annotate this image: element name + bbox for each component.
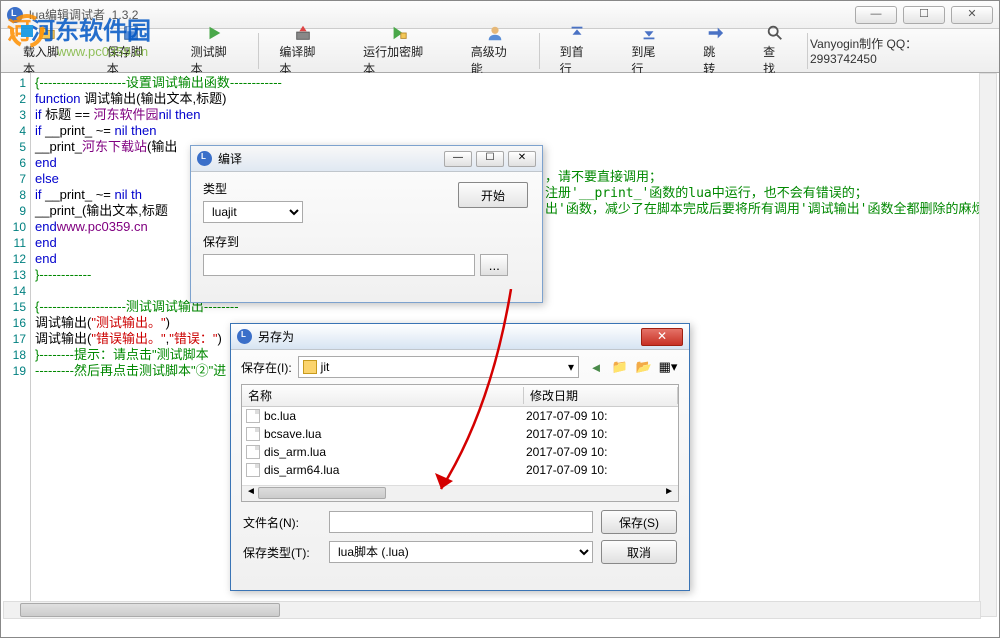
col-name[interactable]: 名称 (242, 387, 524, 404)
file-list[interactable]: 名称 修改日期 bc.lua2017-07-09 10:bcsave.lua20… (241, 384, 679, 502)
saveas-titlebar[interactable]: 另存为 ✕ (231, 324, 689, 350)
dialog-minimize-button[interactable]: — (444, 151, 472, 167)
list-scroll-thumb[interactable] (258, 487, 386, 499)
close-button[interactable]: ✕ (951, 6, 993, 24)
filename-label: 文件名(N): (243, 514, 321, 531)
code-line[interactable]: {--------------------设置调试输出函数-----------… (35, 75, 999, 91)
arrow-up-first-icon (567, 24, 587, 42)
compile-icon (293, 24, 313, 42)
savein-label: 保存在(I): (241, 359, 292, 376)
play-icon (204, 24, 224, 42)
chevron-down-icon: ▾ (568, 360, 574, 374)
save-icon (121, 24, 141, 42)
list-scrollbar[interactable]: ◄ ► (242, 485, 678, 501)
vertical-scrollbar[interactable] (979, 73, 997, 617)
arrow-right-icon (705, 24, 725, 42)
load-script-button[interactable]: 载入脚本 (5, 30, 89, 72)
find-button[interactable]: 查找 (745, 30, 805, 72)
folder-icon (303, 360, 317, 374)
user-icon (485, 24, 505, 42)
toolbar: 载入脚本 保存脚本 测试脚本 编译脚本 运行加密脚本 高级功能 到首行 到尾行 … (1, 29, 999, 73)
app-icon (7, 7, 23, 23)
folder-select[interactable]: jit ▾ (298, 356, 579, 378)
filetype-select[interactable]: lua脚本 (.lua) (329, 541, 593, 563)
saveto-label: 保存到 (203, 233, 530, 250)
file-row[interactable]: bc.lua2017-07-09 10: (242, 407, 678, 425)
file-row[interactable]: dis_arm64.lua2017-07-09 10: (242, 461, 678, 479)
line-gutter: 12345678910111213141516171819 (1, 73, 31, 613)
minimize-button[interactable]: — (855, 6, 897, 24)
test-script-button[interactable]: 测试脚本 (173, 30, 257, 72)
col-date[interactable]: 修改日期 (524, 387, 678, 404)
jump-button[interactable]: 跳转 (685, 30, 745, 72)
dialog-icon (197, 151, 212, 166)
last-line-button[interactable]: 到尾行 (613, 30, 685, 72)
compile-dialog-titlebar[interactable]: 编译 — ☐ ✕ (191, 146, 542, 172)
run-encrypted-button[interactable]: 运行加密脚本 (345, 30, 453, 72)
compile-script-button[interactable]: 编译脚本 (261, 30, 345, 72)
list-header[interactable]: 名称 修改日期 (242, 385, 678, 407)
open-icon (37, 24, 57, 42)
maximize-button[interactable]: ☐ (903, 6, 945, 24)
filename-input[interactable] (329, 511, 593, 533)
file-icon (246, 409, 260, 423)
newfolder-button[interactable]: 📂 (633, 357, 655, 377)
compile-dialog-title: 编译 (218, 150, 444, 167)
save-button[interactable]: 保存(S) (601, 510, 677, 534)
file-icon (246, 427, 260, 441)
compile-dialog: 编译 — ☐ ✕ 类型 luajit 开始 保存到 ... (190, 145, 543, 303)
saveas-title: 另存为 (258, 328, 641, 345)
window-title: lua编辑调试者 .1.3.2 (29, 6, 855, 23)
saveas-dialog: 另存为 ✕ 保存在(I): jit ▾ ◄ 📁 📂 ▦▾ 名称 修改日期 bc.… (230, 323, 690, 591)
dialog-maximize-button[interactable]: ☐ (476, 151, 504, 167)
up-button[interactable]: 📁 (609, 357, 631, 377)
search-icon (765, 24, 785, 42)
saveto-input[interactable] (203, 254, 475, 276)
type-select[interactable]: luajit (203, 201, 303, 223)
saveas-close-button[interactable]: ✕ (641, 328, 683, 346)
code-line[interactable]: if 标题 == 河东软件园nil then (35, 107, 999, 123)
play-lock-icon (389, 24, 409, 42)
separator (807, 33, 808, 69)
first-line-button[interactable]: 到首行 (542, 30, 614, 72)
separator (258, 33, 259, 69)
separator (539, 33, 540, 69)
scroll-thumb[interactable] (20, 603, 280, 617)
view-button[interactable]: ▦▾ (657, 357, 679, 377)
code-line[interactable]: function 调试输出(输出文本,标题) (35, 91, 999, 107)
cancel-button[interactable]: 取消 (601, 540, 677, 564)
file-row[interactable]: dis_arm.lua2017-07-09 10: (242, 443, 678, 461)
save-script-button[interactable]: 保存脚本 (89, 30, 173, 72)
start-button[interactable]: 开始 (458, 182, 528, 208)
browse-button[interactable]: ... (480, 254, 508, 276)
filetype-label: 保存类型(T): (243, 544, 321, 561)
back-button[interactable]: ◄ (585, 357, 607, 377)
file-row[interactable]: bcsave.lua2017-07-09 10: (242, 425, 678, 443)
file-icon (246, 463, 260, 477)
advanced-button[interactable]: 高级功能 (453, 30, 537, 72)
arrow-down-last-icon (639, 24, 659, 42)
dialog-close-button[interactable]: ✕ (508, 151, 536, 167)
file-icon (246, 445, 260, 459)
code-line[interactable]: if __print_ ~= nil then (35, 123, 999, 139)
dialog-icon (237, 329, 252, 344)
horizontal-scrollbar[interactable] (3, 601, 981, 619)
code-comment: 出'函数，减少了在脚本完成后要将所有调用'调试输出'函数全都删除的麻烦。 (545, 198, 997, 217)
credit-text: Vanyogin制作 QQ：2993742450 (810, 35, 983, 66)
